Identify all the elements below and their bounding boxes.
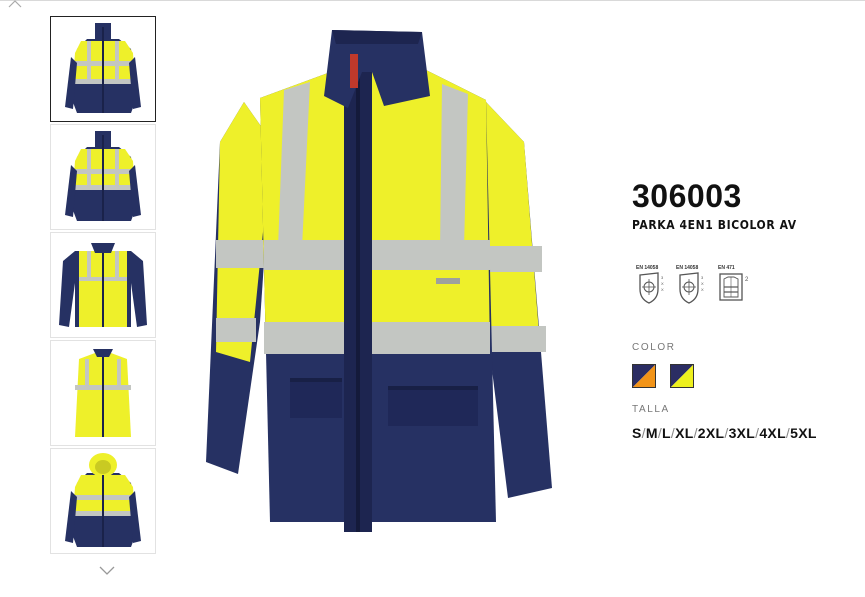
svg-text:X: X — [701, 281, 704, 286]
thumbnail-parka-hood[interactable] — [50, 448, 156, 554]
parka-hood-thumbnail-image — [65, 453, 141, 547]
color-swatch-navy-orange[interactable] — [632, 364, 656, 388]
vest-thumbnail-image — [75, 349, 131, 437]
svg-text:X: X — [701, 287, 704, 292]
size-option[interactable]: 5XL — [790, 425, 817, 441]
svg-text:3: 3 — [661, 275, 664, 280]
chevron-up-icon[interactable] — [8, 0, 22, 8]
svg-text:3: 3 — [701, 275, 704, 280]
color-swatch-navy-yellow[interactable] — [670, 364, 694, 388]
cert-class: 2 — [745, 277, 749, 283]
size-label: TALLA — [632, 404, 670, 415]
thumbnail-gallery — [50, 16, 158, 556]
parka-alt-thumbnail-image — [65, 131, 141, 221]
inner-jacket-thumbnail-image — [59, 243, 147, 327]
parka-thumbnail-image — [65, 23, 141, 113]
thermometer-shield-icon: EN 14058 3 X X — [676, 265, 712, 305]
certification-icons: EN 14058 3 X X EN 14058 3 X X EN 471 2 — [636, 265, 766, 305]
product-main-image — [206, 30, 552, 532]
hi-vis-jacket-icon: EN 471 2 — [718, 265, 754, 305]
thumbnail-vest[interactable] — [50, 340, 156, 446]
product-reference: 306003 — [632, 178, 742, 214]
size-option[interactable]: 3XL — [729, 425, 756, 441]
product-info: 306003 PARKA 4EN1 BICOLOR AV — [632, 178, 852, 232]
size-option[interactable]: M — [646, 425, 658, 441]
svg-text:X: X — [661, 281, 664, 286]
size-option[interactable]: 2XL — [698, 425, 725, 441]
top-divider — [0, 0, 865, 3]
size-option[interactable]: S — [632, 425, 642, 441]
thumbnail-inner-jacket[interactable] — [50, 232, 156, 338]
size-option[interactable]: XL — [675, 425, 694, 441]
thumbnail-parka-front-alt[interactable] — [50, 124, 156, 230]
size-options: S/M/L/XL/2XL/3XL/4XL/5XL — [632, 425, 817, 441]
product-name: PARKA 4EN1 BICOLOR AV — [632, 218, 797, 232]
thumbnail-parka-front[interactable] — [50, 16, 156, 122]
size-option[interactable]: 4XL — [759, 425, 786, 441]
chevron-down-icon[interactable] — [99, 566, 115, 576]
color-label: COLOR — [632, 342, 676, 353]
thermometer-shield-icon: EN 14058 3 X X — [636, 265, 672, 305]
size-option[interactable]: L — [662, 425, 671, 441]
svg-text:X: X — [661, 287, 664, 292]
